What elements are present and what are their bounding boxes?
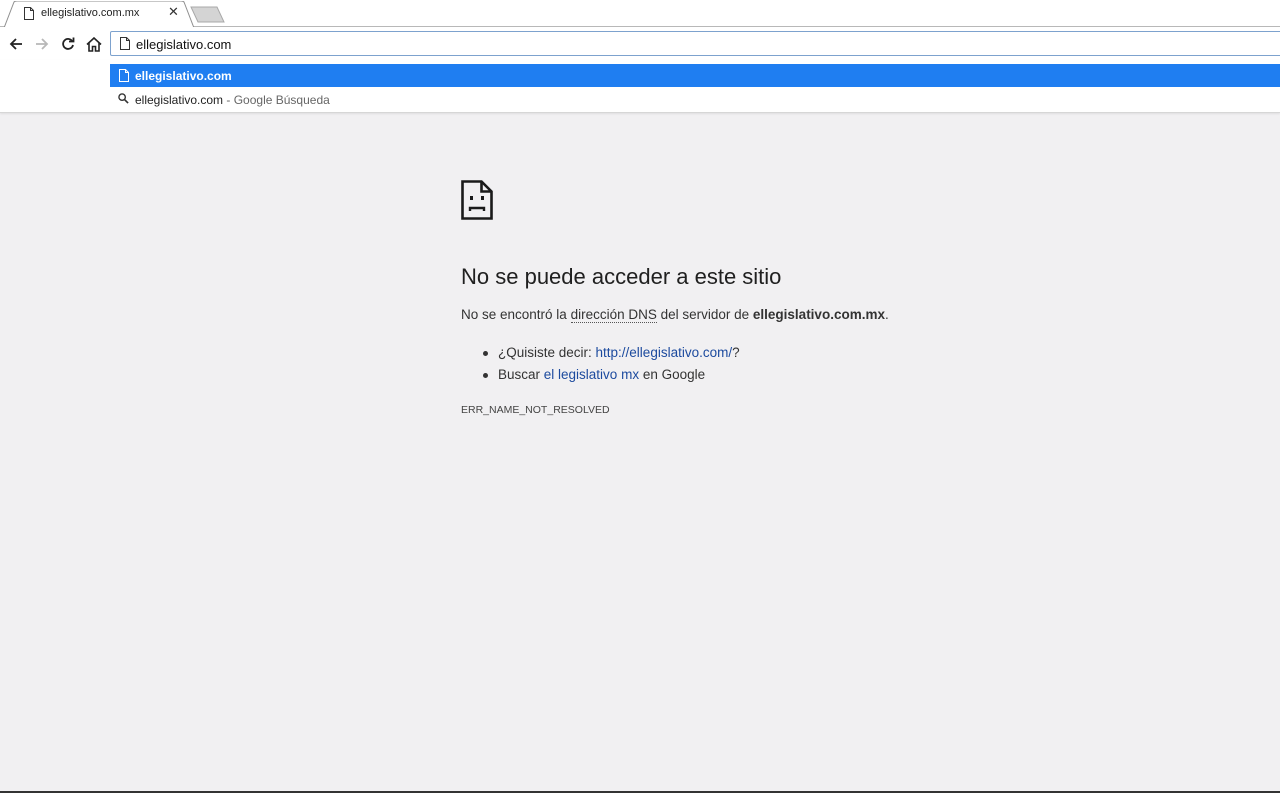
suggestion-search-text: ellegislativo.com - Google Búsqueda	[135, 93, 330, 107]
tab-title: ellegislativo.com.mx	[41, 7, 140, 19]
close-icon[interactable]: ✕	[168, 5, 179, 19]
page-icon	[120, 37, 130, 50]
did-you-mean-pre: ¿Quisiste decir:	[498, 345, 596, 360]
reload-button[interactable]	[57, 33, 79, 55]
forward-button[interactable]	[31, 33, 53, 55]
address-input[interactable]: ellegislativo.com	[136, 37, 231, 52]
page-icon	[119, 69, 129, 82]
suggestion-url-text: ellegislativo.com	[135, 69, 232, 83]
suggestion-search-google: Buscar el legislativo mx en Google	[461, 364, 740, 386]
error-desc-mid: del servidor de	[656, 307, 753, 322]
search-google-link[interactable]: el legislativo mx	[544, 367, 639, 382]
address-bar[interactable]: ellegislativo.com	[110, 31, 1280, 56]
reload-icon	[62, 37, 75, 50]
page-icon	[24, 7, 34, 20]
search-google-pre: Buscar	[498, 367, 544, 382]
suggestion-url[interactable]: ellegislativo.com	[110, 64, 1280, 87]
suggestion-search-suffix: - Google Búsqueda	[223, 93, 330, 107]
error-code: ERR_NAME_NOT_RESOLVED	[461, 404, 610, 416]
home-icon	[86, 36, 102, 52]
search-google-post: en Google	[639, 367, 706, 382]
toolbar: ellegislativo.com	[0, 27, 1280, 60]
did-you-mean-post: ?	[732, 345, 740, 360]
omnibox-dropdown: ellegislativo.com ellegislativo.com - Go…	[0, 60, 1280, 113]
error-desc-end: .	[884, 307, 889, 322]
error-suggestions: ¿Quisiste decir: http://ellegislativo.co…	[461, 342, 740, 386]
did-you-mean-link[interactable]: http://ellegislativo.com/	[596, 345, 733, 360]
error-desc-pre: No se encontró la	[461, 307, 571, 322]
error-title: No se puede acceder a este sitio	[461, 264, 782, 289]
back-button[interactable]	[5, 33, 27, 55]
suggestion-search-query: ellegislativo.com	[135, 93, 224, 107]
dns-abbreviation: dirección DNS	[570, 307, 657, 323]
arrow-left-icon	[9, 38, 22, 50]
sad-page-icon	[461, 180, 493, 220]
arrow-right-icon	[36, 38, 49, 50]
error-description: No se encontró la dirección DNS del serv…	[461, 307, 889, 323]
suggestion-search[interactable]: ellegislativo.com - Google Búsqueda	[110, 88, 1280, 111]
error-hostname: ellegislativo.com.mx	[752, 307, 885, 322]
search-icon	[118, 93, 129, 104]
suggestion-did-you-mean: ¿Quisiste decir: http://ellegislativo.co…	[461, 342, 740, 364]
new-tab-button[interactable]	[190, 6, 226, 23]
home-button[interactable]	[83, 33, 105, 55]
tab-strip: ellegislativo.com.mx ✕	[0, 0, 1280, 28]
